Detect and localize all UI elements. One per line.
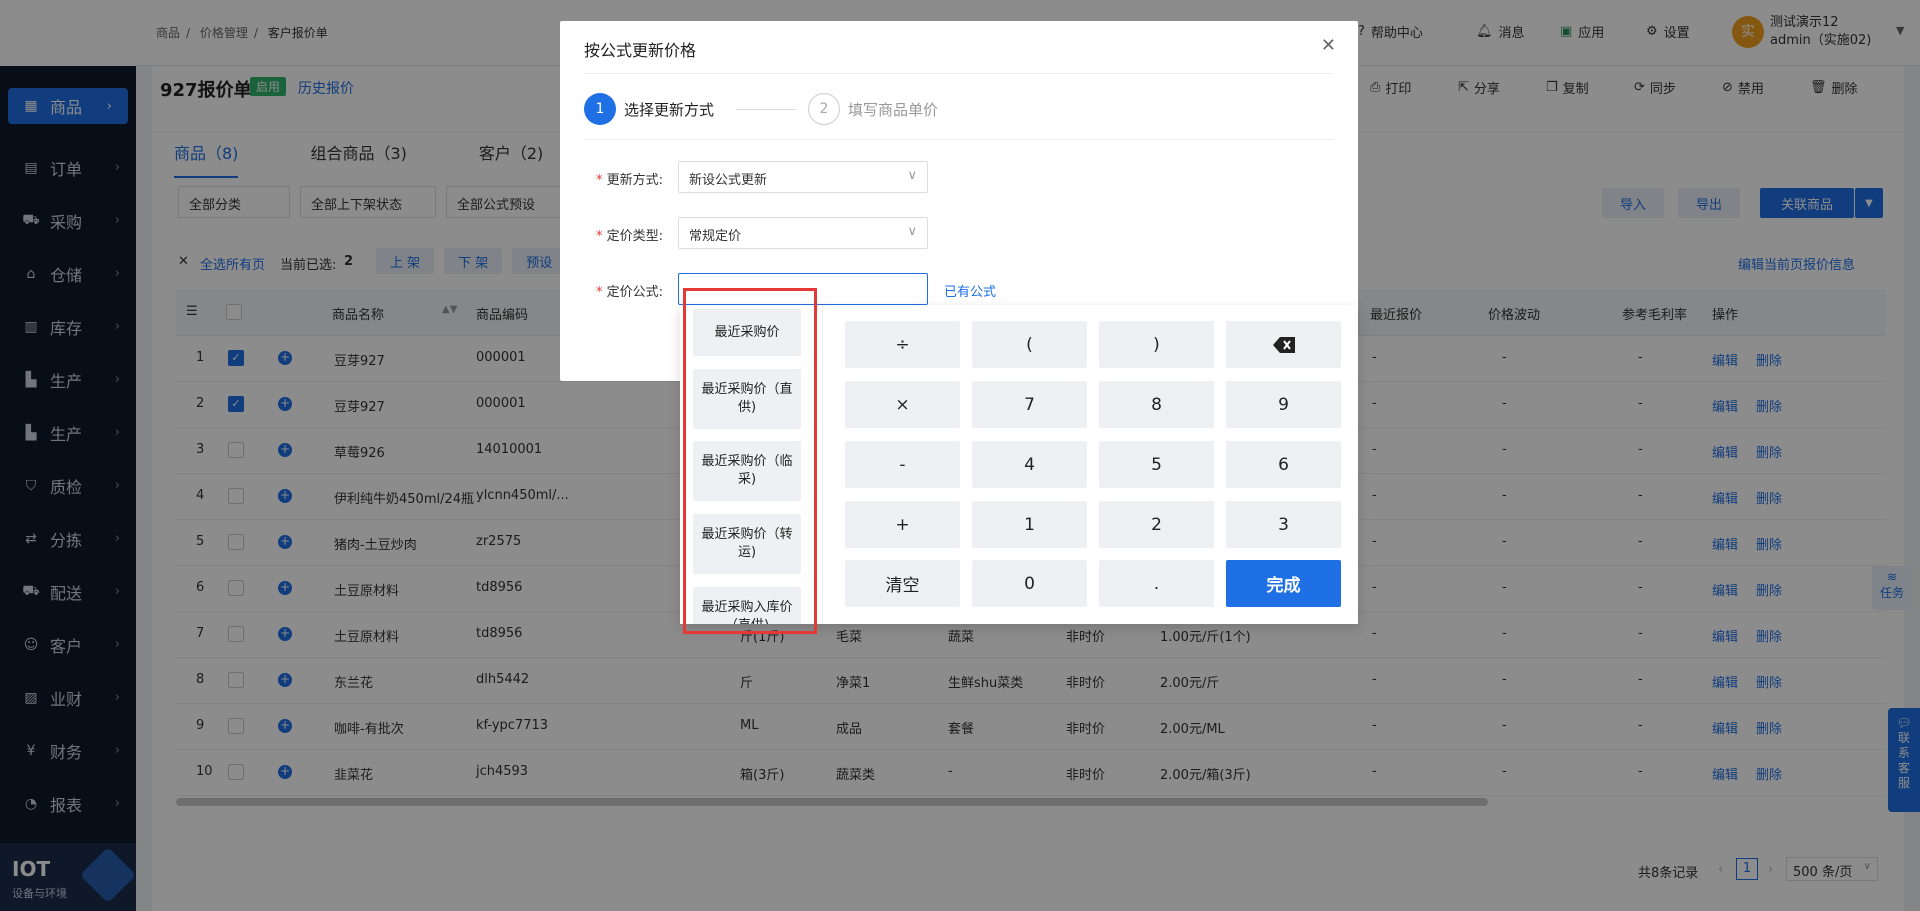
keypad-key[interactable]: -	[845, 441, 960, 488]
keypad-key[interactable]: ÷	[845, 321, 960, 368]
keypad-key[interactable]: 5	[1099, 441, 1214, 488]
chevron-down-icon: ∨	[907, 224, 917, 239]
step2-number: 2	[808, 93, 840, 125]
keypad-key[interactable]: 0	[972, 560, 1087, 607]
keypad-key[interactable]: 3	[1226, 501, 1341, 548]
update-mode-value: 新设公式更新	[689, 173, 768, 188]
update-mode-select[interactable]: 新设公式更新 ∨	[678, 161, 928, 193]
keypad-key[interactable]: 9	[1226, 381, 1341, 428]
keypad-key[interactable]: 4	[972, 441, 1087, 488]
field-list-scrollbar[interactable]	[822, 341, 823, 503]
price-type-select[interactable]: 常规定价 ∨	[678, 217, 928, 249]
close-icon[interactable]: ✕	[1321, 35, 1336, 56]
highlight-box	[683, 288, 817, 634]
keypad-key[interactable]: ×	[845, 381, 960, 428]
formula-label: * 定价公式:	[596, 285, 664, 300]
keypad-key[interactable]: (	[972, 321, 1087, 368]
keypad-key[interactable]: 7	[972, 381, 1087, 428]
price-type-value: 常规定价	[689, 229, 742, 244]
keypad-key[interactable]: .	[1099, 560, 1214, 607]
keypad-key[interactable]: 1	[972, 501, 1087, 548]
existing-formula-link[interactable]: 已有公式	[944, 281, 996, 300]
keypad-key[interactable]: +	[845, 501, 960, 548]
price-type-label: * 定价类型:	[596, 229, 664, 244]
keypad-key[interactable]: )	[1099, 321, 1214, 368]
update-mode-label: * 更新方式:	[596, 173, 664, 188]
step1-number: 1	[584, 93, 616, 125]
backspace-button[interactable]	[1226, 321, 1341, 368]
chevron-down-icon: ∨	[907, 168, 917, 183]
backspace-icon	[1272, 336, 1295, 353]
modal-title: 按公式更新价格	[584, 41, 697, 60]
keypad-key[interactable]: 6	[1226, 441, 1341, 488]
step2-label: 填写商品单价	[848, 101, 939, 119]
done-button[interactable]: 完成	[1226, 560, 1341, 607]
keypad-key[interactable]: 8	[1099, 381, 1214, 428]
step1-label: 选择更新方式	[624, 101, 715, 119]
keypad-key[interactable]: 2	[1099, 501, 1214, 548]
keypad-key[interactable]: 清空	[845, 560, 960, 607]
